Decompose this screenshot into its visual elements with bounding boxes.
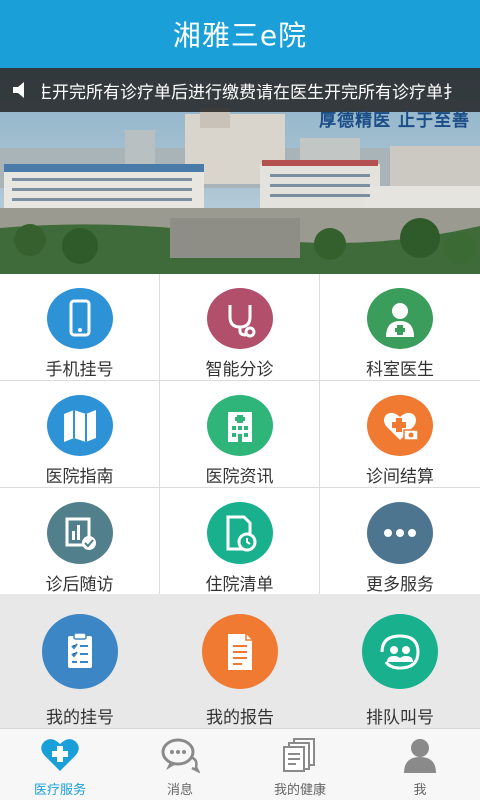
tab-label: 医疗服务 — [33, 783, 86, 798]
quick-label: 我的报告 — [206, 708, 274, 728]
hospital-building-icon — [206, 395, 273, 456]
service-label: 医院指南 — [45, 467, 114, 487]
mobile-phone-icon — [46, 288, 113, 349]
more-dots-icon — [367, 502, 433, 564]
tab-medical-services[interactable]: 医疗服务 — [0, 729, 120, 800]
stethoscope-icon — [206, 288, 273, 349]
tab-me[interactable]: 我 — [360, 729, 480, 800]
medical-payment-icon — [367, 395, 433, 456]
user-profile-icon — [398, 735, 442, 775]
report-document-icon — [202, 614, 278, 689]
page-title: 湘雅三e院 — [172, 19, 308, 52]
queue-people-icon — [362, 614, 438, 689]
tab-messages[interactable]: 消息 — [120, 729, 240, 800]
quick-label: 我的挂号 — [46, 708, 114, 728]
service-follow-up[interactable]: 诊后随访 — [0, 488, 160, 595]
notice-text-right: 请在医生开完所有诊疗单扌 — [256, 82, 460, 103]
service-label: 住院清单 — [205, 575, 274, 595]
heart-plus-icon — [38, 735, 82, 775]
service-smart-triage[interactable]: 智能分诊 — [160, 274, 320, 381]
service-more[interactable]: 更多服务 — [320, 488, 480, 595]
app-header: 湘雅三e院 — [0, 0, 480, 68]
health-records-icon — [278, 735, 322, 775]
banner-slogan: 厚德精医 止于至善 — [319, 111, 470, 131]
quick-queue-call[interactable]: 排队叫号 — [320, 594, 480, 728]
speaker-icon — [0, 68, 42, 112]
chat-bubble-icon — [158, 735, 202, 775]
service-label: 智能分诊 — [205, 360, 274, 380]
service-clinic-payment[interactable]: 诊间结算 — [320, 381, 480, 488]
quick-my-report[interactable]: 我的报告 — [160, 594, 320, 728]
services-grid: 手机挂号 智能分诊 科室医生 医院指南 医院资讯 诊间结算 诊后随访 住院清单 … — [0, 274, 480, 595]
service-label: 手机挂号 — [45, 360, 114, 380]
chart-report-icon — [46, 502, 113, 564]
service-inpatient-list[interactable]: 住院清单 — [160, 488, 320, 595]
tab-label: 我的健康 — [273, 783, 326, 798]
document-clock-icon — [206, 502, 273, 564]
bottom-tab-bar: 医疗服务 消息 我的健康 我 — [0, 728, 480, 800]
quick-label: 排队叫号 — [366, 708, 434, 728]
service-label: 更多服务 — [366, 575, 434, 595]
service-label: 科室医生 — [366, 360, 434, 380]
hospital-banner[interactable]: 请在医生开完所有诊疗单后进行缴费！ 请在医生开完所有诊疗单扌 厚德精医 止于至善 — [0, 68, 480, 274]
quick-access: 我的挂号 我的报告 排队叫号 — [0, 594, 480, 728]
clipboard-icon — [42, 614, 118, 689]
service-label: 诊间结算 — [366, 467, 434, 487]
tab-label: 我 — [413, 783, 427, 798]
tab-my-health[interactable]: 我的健康 — [240, 729, 360, 800]
service-label: 医院资讯 — [205, 467, 274, 487]
map-icon — [46, 395, 113, 456]
notice-text-left: 请在医生开完所有诊疗单后进行缴费！ — [42, 82, 256, 103]
service-department-doctors[interactable]: 科室医生 — [320, 274, 480, 381]
tab-label: 消息 — [166, 783, 193, 798]
service-label: 诊后随访 — [45, 575, 114, 595]
doctor-icon — [367, 288, 433, 349]
service-hospital-guide[interactable]: 医院指南 — [0, 381, 160, 488]
quick-my-registration[interactable]: 我的挂号 — [0, 594, 160, 728]
service-mobile-register[interactable]: 手机挂号 — [0, 274, 160, 381]
service-hospital-news[interactable]: 医院资讯 — [160, 381, 320, 488]
